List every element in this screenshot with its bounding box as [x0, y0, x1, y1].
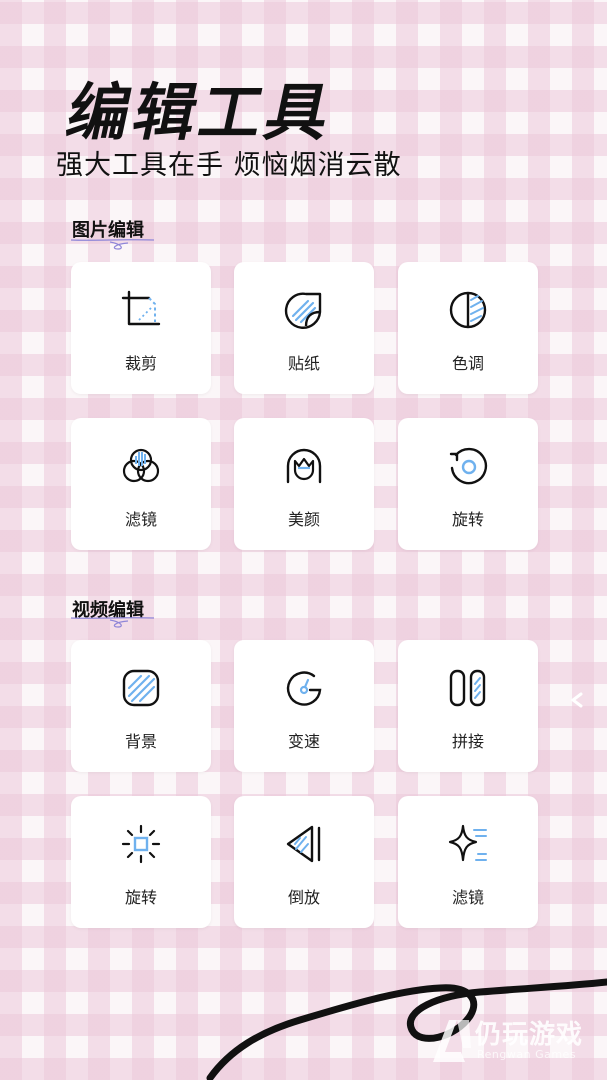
page-title: 编辑工具 — [60, 76, 341, 149]
tool-card-color-tone[interactable]: 色调 — [398, 262, 538, 394]
tool-card-background[interactable]: 背景 — [71, 640, 211, 772]
splice-icon — [449, 669, 486, 707]
color-tone-icon — [449, 291, 487, 329]
tool-label: 裁剪 — [124, 354, 157, 373]
watermark-subtitle: Rengwan Games — [477, 1048, 577, 1061]
tool-card-splice[interactable]: 拼接 — [398, 640, 538, 772]
crop-icon — [121, 290, 161, 326]
tool-label: 旋转 — [124, 888, 157, 907]
page-subtitle: 强大工具在手 烦恼烟消云散 — [56, 150, 402, 181]
tool-label: 背景 — [124, 732, 157, 751]
tool-label: 滤镜 — [124, 510, 157, 529]
rotate-icon — [449, 447, 488, 485]
background-icon — [122, 669, 160, 707]
tool-label: 色调 — [451, 354, 484, 373]
tool-card-filter[interactable]: 滤镜 — [71, 418, 211, 550]
tool-label: 旋转 — [451, 510, 484, 529]
beauty-face-icon — [286, 448, 322, 484]
sparkle-filter-icon — [448, 824, 487, 862]
watermark-name: 仍玩游戏 — [475, 1020, 584, 1050]
tool-label: 美颜 — [287, 510, 320, 529]
watermark: 仍玩游戏 Rengwan Games — [427, 1012, 597, 1070]
tool-label: 变速 — [287, 732, 320, 751]
tool-card-reverse[interactable]: 倒放 — [234, 796, 374, 928]
tool-card-rotate[interactable]: 旋转 — [398, 418, 538, 550]
tool-card-sticker[interactable]: 贴纸 — [234, 262, 374, 394]
watermark-logo-icon — [433, 1020, 471, 1062]
tool-card-beauty[interactable]: 美颜 — [234, 418, 374, 550]
reverse-play-icon — [286, 825, 321, 863]
tool-card-filter-video[interactable]: 滤镜 — [398, 796, 538, 928]
sun-rotate-icon — [121, 824, 161, 864]
tool-label: 倒放 — [287, 888, 320, 907]
tool-label: 滤镜 — [451, 888, 484, 907]
filter-icon — [122, 448, 160, 483]
section-underline-decoration — [70, 617, 155, 628]
sticker-icon — [284, 292, 322, 329]
speed-change-icon — [286, 671, 322, 706]
tool-label: 贴纸 — [287, 354, 320, 373]
edge-arrow-icon — [570, 692, 583, 708]
tool-card-crop[interactable]: 裁剪 — [71, 262, 211, 394]
tool-card-rotate-video[interactable]: 旋转 — [71, 796, 211, 928]
tool-label: 拼接 — [451, 732, 484, 751]
tool-card-speed[interactable]: 变速 — [234, 640, 374, 772]
section-underline-decoration — [70, 239, 155, 250]
